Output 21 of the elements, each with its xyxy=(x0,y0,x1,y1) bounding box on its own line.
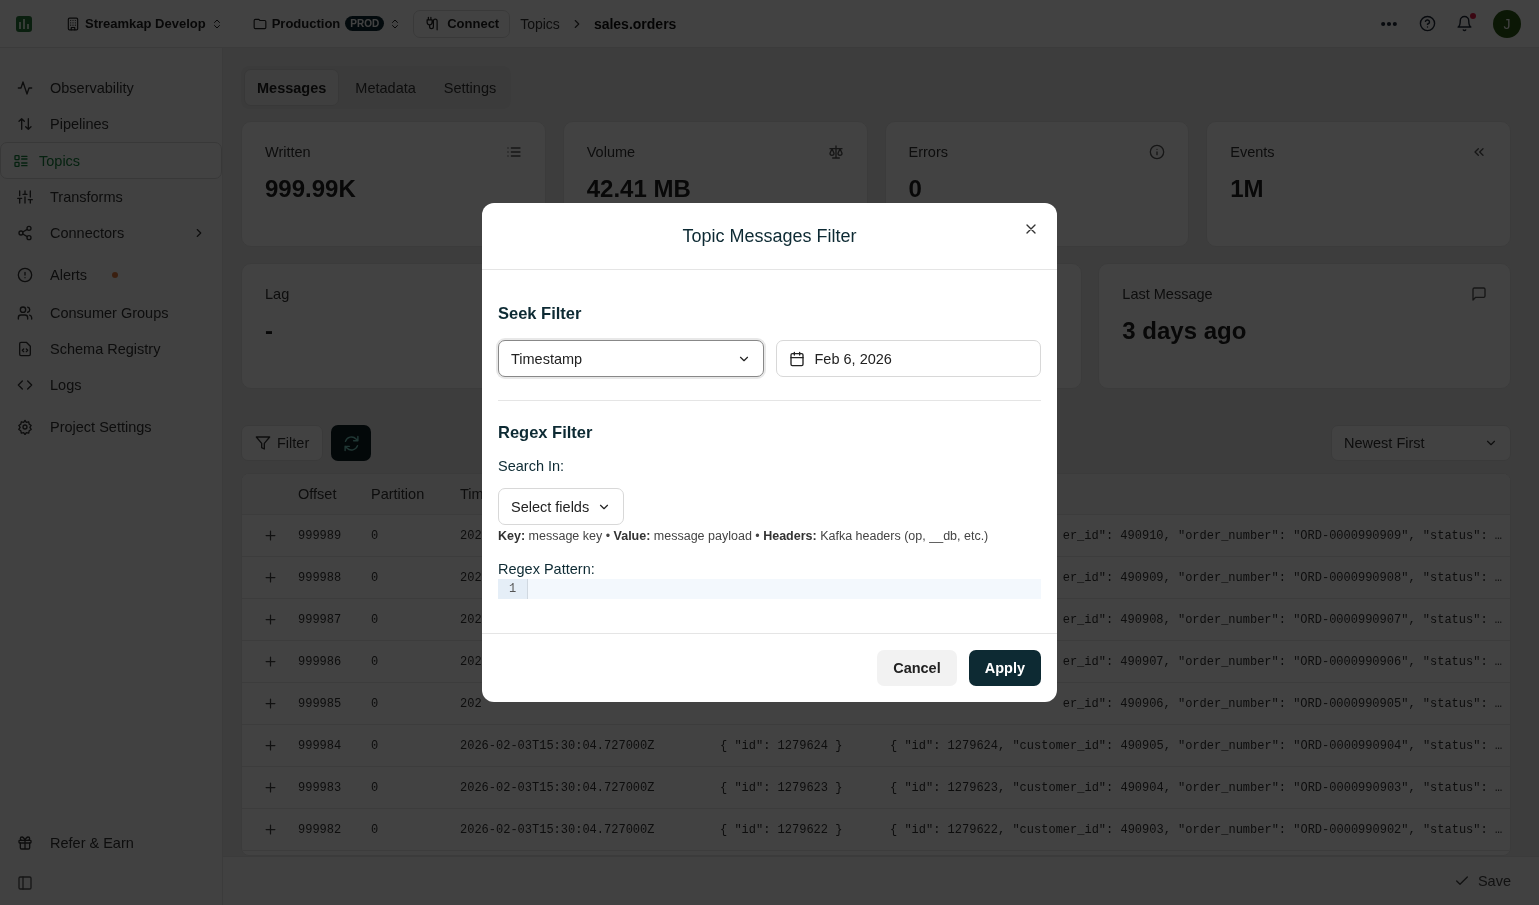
field-label: Search In: xyxy=(498,458,566,474)
field-label: Regex Pattern: xyxy=(498,561,596,577)
stat-value: 3 days ago xyxy=(1122,317,1248,345)
breadcrumb-item[interactable]: sales.orders xyxy=(593,15,677,32)
date-field[interactable]: Feb 6, 2026 xyxy=(775,340,1041,377)
seek-mode-select[interactable]: Timestamp xyxy=(498,340,764,377)
code-editor[interactable]: 1 xyxy=(498,579,1041,599)
stat-value: 1M xyxy=(1230,175,1265,203)
stat-value: 42.41 MB xyxy=(586,175,692,203)
help-text: Key: message key • Value: message payload • Headers: Kafka headers (op, __db, etc.) xyxy=(498,529,990,543)
stat-value: 999.99K xyxy=(265,175,357,203)
section-heading: Regex Filter xyxy=(498,423,594,442)
stat-value: - xyxy=(265,317,274,345)
section-heading: Seek Filter xyxy=(498,304,583,323)
apply-button[interactable]: Apply xyxy=(968,650,1041,686)
stat-value: 0 xyxy=(908,175,923,203)
line-number: 1 xyxy=(498,579,528,599)
fields-select[interactable]: Select fields xyxy=(498,488,625,525)
dialog-title: Topic Messages Filter xyxy=(682,225,857,247)
calendar-icon xyxy=(788,350,805,367)
cancel-button[interactable]: Cancel xyxy=(877,650,957,686)
